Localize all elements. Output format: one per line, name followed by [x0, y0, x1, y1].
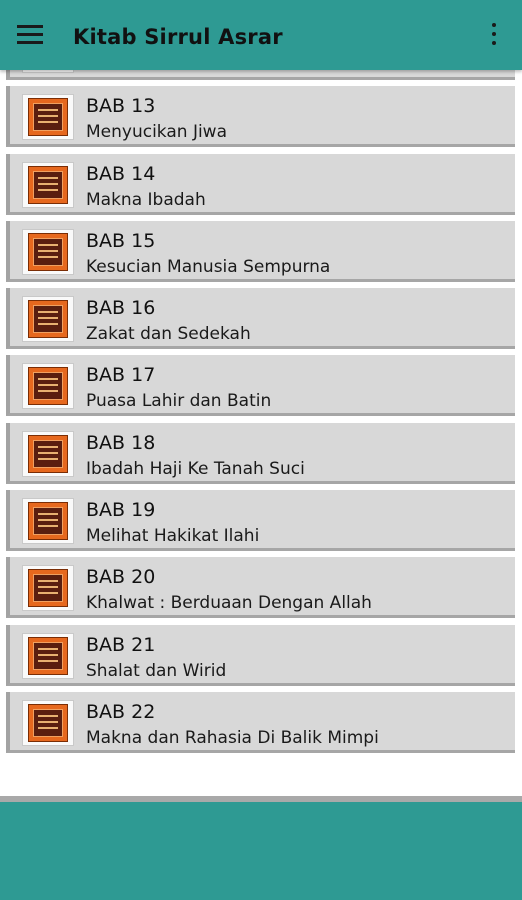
- list-item[interactable]: BAB 15 Kesucian Manusia Sempurna: [6, 220, 515, 282]
- book-cover-icon: [22, 363, 74, 410]
- chapter-number: BAB 17: [86, 364, 156, 387]
- hamburger-menu-icon[interactable]: [17, 25, 43, 45]
- list-item[interactable]: BAB 17 Puasa Lahir dan Batin: [6, 355, 515, 417]
- book-cover-icon: [22, 296, 74, 343]
- chapter-title: Makna dan Rahasia Di Balik Mimpi: [86, 727, 379, 748]
- book-cover-icon: [22, 430, 74, 477]
- chapter-title: Khalwat : Berduaan Dengan Allah: [86, 593, 372, 614]
- list-item[interactable]: BAB 20 Khalwat : Berduaan Dengan Allah: [6, 557, 515, 619]
- chapter-title: Shalat dan Wirid: [86, 660, 227, 681]
- chapter-number: BAB 18: [86, 431, 156, 454]
- chapter-list: Kaum Darwis BAB 13 Menyucikan Jiwa BAB 1…: [6, 19, 515, 759]
- book-cover-icon: [22, 565, 74, 612]
- book-cover-icon: [22, 498, 74, 545]
- chapter-number: BAB 13: [86, 95, 156, 118]
- chapter-title: Ibadah Haji Ke Tanah Suci: [86, 458, 305, 479]
- chapter-title: Menyucikan Jiwa: [86, 122, 228, 143]
- list-item[interactable]: BAB 22 Makna dan Rahasia Di Balik Mimpi: [6, 691, 515, 753]
- chapter-title: Zakat dan Sedekah: [86, 324, 251, 345]
- chapter-title: Kesucian Manusia Sempurna: [86, 256, 331, 277]
- chapter-number: BAB 15: [86, 229, 156, 252]
- chapter-number: BAB 19: [86, 499, 156, 522]
- book-cover-icon: [22, 228, 74, 275]
- chapter-number: BAB 21: [86, 633, 156, 656]
- book-cover-icon: [22, 94, 74, 141]
- book-cover-icon: [22, 161, 74, 208]
- book-cover-icon: [22, 632, 74, 679]
- chapter-number: BAB 20: [86, 566, 156, 589]
- list-item[interactable]: BAB 16 Zakat dan Sedekah: [6, 288, 515, 350]
- more-vert-icon[interactable]: [484, 22, 504, 48]
- chapter-number: BAB 16: [86, 297, 156, 320]
- chapter-title: Melihat Hakikat Ilahi: [86, 526, 260, 547]
- chapter-number: BAB 22: [86, 700, 156, 723]
- app-bar: Kitab Sirrul Asrar: [0, 0, 522, 70]
- list-item[interactable]: BAB 13 Menyucikan Jiwa: [6, 86, 515, 148]
- chapter-number: BAB 14: [86, 162, 156, 185]
- list-item[interactable]: BAB 18 Ibadah Haji Ke Tanah Suci: [6, 422, 515, 484]
- list-item[interactable]: BAB 21 Shalat dan Wirid: [6, 624, 515, 686]
- app-title: Kitab Sirrul Asrar: [73, 25, 283, 49]
- book-cover-icon: [22, 699, 74, 746]
- list-item[interactable]: BAB 14 Makna Ibadah: [6, 153, 515, 215]
- chapter-title: Puasa Lahir dan Batin: [86, 391, 272, 412]
- bottom-banner: [0, 802, 522, 900]
- chapter-title: Makna Ibadah: [86, 189, 206, 210]
- list-item[interactable]: BAB 19 Melihat Hakikat Ilahi: [6, 490, 515, 552]
